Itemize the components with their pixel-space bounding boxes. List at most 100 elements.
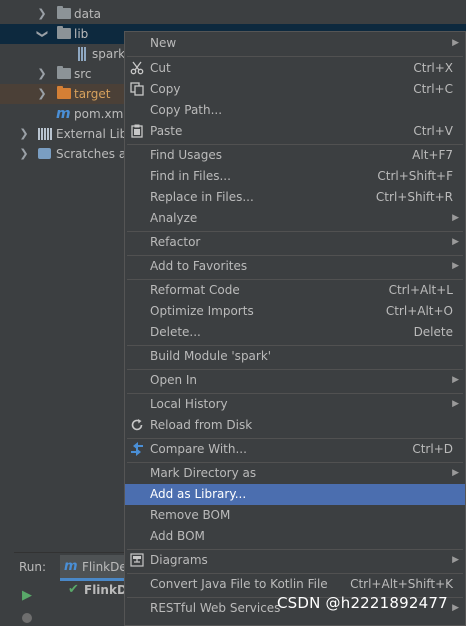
menu-item-reload-from-disk[interactable]: Reload from Disk [125,415,465,436]
submenu-arrow-icon: ▶ [452,213,459,223]
menu-item-label: Compare With... [150,442,247,456]
chevron-right-icon[interactable]: ❯ [36,4,48,24]
tree-item-label: data [74,7,102,21]
tree-item-label: External Libr [56,127,133,141]
menu-item-add-as-library[interactable]: Add as Library... [125,484,465,505]
submenu-arrow-icon: ▶ [452,555,459,565]
menu-item-label: Add BOM [150,529,205,543]
menu-item-build-module[interactable]: Build Module 'spark' [125,346,465,367]
clipboard-icon [130,124,144,138]
excluded-folder-icon [57,86,71,99]
submenu-arrow-icon: ▶ [452,375,459,385]
run-panel-label: Run: [19,560,47,574]
menu-item-shortcut: Ctrl+X [413,61,453,75]
menu-item-delete[interactable]: Delete... Delete [125,322,465,343]
menu-item-shortcut: Ctrl+D [412,442,453,456]
menu-item-label: Build Module 'spark' [150,349,272,363]
folder-icon [57,6,71,19]
libraries-icon [38,128,52,140]
menu-item-label: Convert Java File to Kotlin File [150,577,328,591]
menu-item-label: Analyze [150,211,198,225]
menu-item-copy-path[interactable]: Copy Path... [125,100,465,121]
tree-item-label: spark [92,47,126,61]
tree-item-data[interactable]: ❯ data [0,4,466,24]
submenu-arrow-icon: ▶ [452,237,459,247]
tree-item-label: Scratches ar [56,147,132,161]
scratches-icon [38,148,51,159]
menu-item-label: Optimize Imports [150,304,254,318]
menu-item-shortcut: Ctrl+V [413,124,453,138]
menu-item-label: Add to Favorites [150,259,248,273]
menu-item-shortcut: Alt+F7 [412,148,453,162]
menu-item-label: Mark Directory as [150,466,257,480]
menu-item-label: Delete... [150,325,201,339]
menu-item-analyze[interactable]: Analyze ▶ [125,208,465,229]
menu-item-shortcut: Delete [413,325,453,339]
menu-item-label: Copy Path... [150,103,223,117]
tree-item-label: src [74,67,92,81]
menu-item-paste[interactable]: Paste Ctrl+V [125,121,465,142]
maven-icon: m [64,559,78,574]
menu-separator [127,56,463,57]
tree-item-label: lib [74,27,89,41]
menu-item-label: Copy [150,82,181,96]
scissors-icon [130,61,144,75]
menu-item-label: New [150,36,177,50]
folder-icon [57,26,71,39]
menu-item-replace-in-files[interactable]: Replace in Files... Ctrl+Shift+R [125,187,465,208]
menu-item-label: RESTful Web Services [150,601,281,615]
menu-item-mark-directory-as[interactable]: Mark Directory as ▶ [125,463,465,484]
menu-item-shortcut: Ctrl+Alt+O [385,304,453,318]
menu-item-shortcut: Ctrl+C [413,82,453,96]
menu-item-refactor[interactable]: Refactor ▶ [125,232,465,253]
play-icon[interactable]: ▶ [22,588,32,603]
submenu-arrow-icon: ▶ [452,38,459,48]
context-menu: New ▶ Cut Ctrl+X Copy Ctrl+C Copy Path..… [124,31,466,626]
maven-icon: m [56,106,71,122]
chevron-down-icon[interactable]: ❯ [32,28,52,40]
compare-icon [130,442,144,456]
menu-item-find-in-files[interactable]: Find in Files... Ctrl+Shift+F [125,166,465,187]
menu-item-add-bom[interactable]: Add BOM [125,526,465,547]
chevron-right-icon[interactable]: ❯ [36,84,48,104]
menu-item-open-in[interactable]: Open In ▶ [125,370,465,391]
menu-item-label: Reformat Code [150,283,240,297]
menu-item-optimize-imports[interactable]: Optimize Imports Ctrl+Alt+O [125,301,465,322]
menu-item-label: Refactor [150,235,201,249]
menu-item-shortcut: Ctrl+Shift+F [377,169,453,183]
chevron-right-icon[interactable]: ❯ [18,144,30,164]
menu-item-reformat-code[interactable]: Reformat Code Ctrl+Alt+L [125,280,465,301]
submenu-arrow-icon: ▶ [452,468,459,478]
menu-item-shortcut: Ctrl+Alt+L [388,283,453,297]
tree-item-label: target [74,87,111,101]
menu-item-label: Reload from Disk [150,418,253,432]
menu-item-diagrams[interactable]: Diagrams ▶ [125,550,465,571]
menu-item-label: Paste [150,124,183,138]
reload-icon [130,418,144,432]
submenu-arrow-icon: ▶ [452,261,459,271]
diagram-icon [130,553,144,567]
menu-item-add-to-favorites[interactable]: Add to Favorites ▶ [125,256,465,277]
menu-item-cut[interactable]: Cut Ctrl+X [125,58,465,79]
folder-icon [57,66,71,79]
menu-item-label: Cut [150,61,171,75]
menu-item-label: Find Usages [150,148,223,162]
menu-item-remove-bom[interactable]: Remove BOM [125,505,465,526]
menu-item-label: Open In [150,373,198,387]
chevron-right-icon[interactable]: ❯ [36,64,48,84]
copy-icon [130,82,144,96]
menu-item-new[interactable]: New ▶ [125,33,465,54]
menu-item-compare-with[interactable]: Compare With... Ctrl+D [125,439,465,460]
menu-item-convert-java-to-kotlin[interactable]: Convert Java File to Kotlin File Ctrl+Al… [125,574,465,595]
menu-item-label: Find in Files... [150,169,231,183]
menu-item-shortcut: Ctrl+Alt+Shift+K [350,577,453,591]
run-item-label[interactable]: FlinkD [84,583,127,597]
menu-item-copy[interactable]: Copy Ctrl+C [125,79,465,100]
menu-item-local-history[interactable]: Local History ▶ [125,394,465,415]
menu-item-find-usages[interactable]: Find Usages Alt+F7 [125,145,465,166]
jar-icon [78,47,87,61]
tree-item-label: pom.xml [74,107,127,121]
menu-item-shortcut: Ctrl+Shift+R [375,190,453,204]
settings-icon[interactable] [22,613,32,623]
chevron-right-icon[interactable]: ❯ [18,124,30,144]
